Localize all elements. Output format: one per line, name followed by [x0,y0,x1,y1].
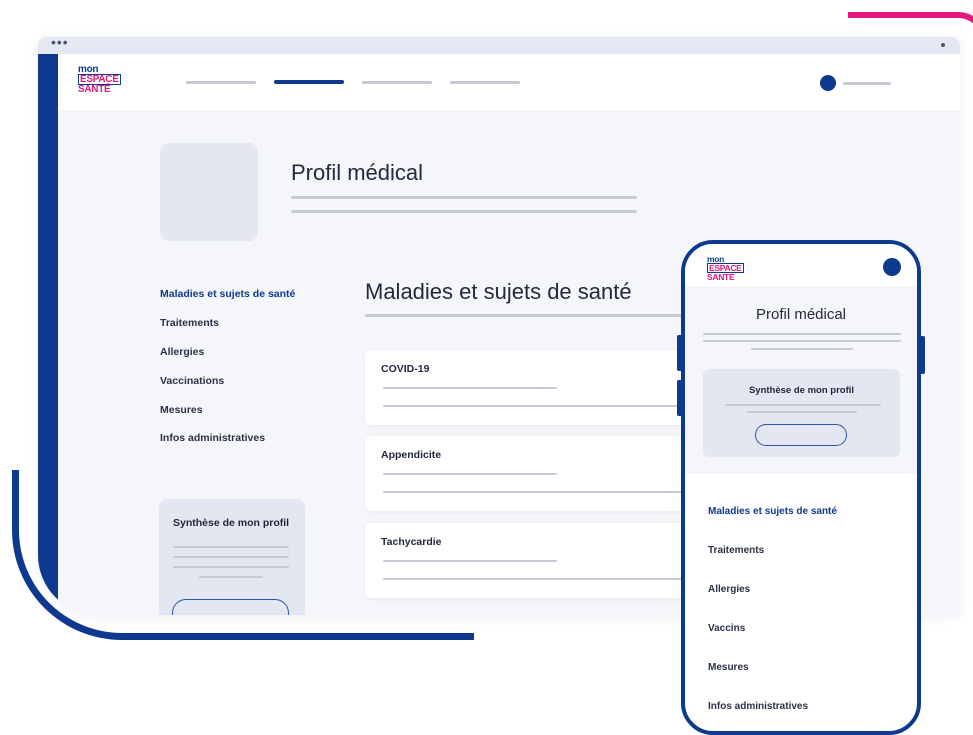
page-title: Profil médical [291,160,424,185]
mobile-synthesis-line [747,411,857,413]
condition-card-appendicite[interactable]: Appendicite [365,436,725,511]
mobile-header-area: mon ESPACE SANTÉ Profil médical Synthèse… [685,244,917,474]
section-title: Maladies et sujets de santé [365,279,632,304]
card-detail-placeholder [383,387,557,389]
sidebar-item-infos-administratives[interactable]: Infos administratives [160,432,265,444]
condition-card-title: Appendicite [381,449,442,461]
mobile-menu-item-traitements[interactable]: Traitements [708,545,764,556]
sidebar-item-mesures[interactable]: Mesures [160,404,203,416]
synthesis-line-placeholder [173,566,289,568]
mobile-subtitle-placeholder [751,348,853,350]
synthesis-line-placeholder [199,576,263,578]
condition-card-tachycardie[interactable]: Tachycardie [365,523,725,598]
browser-left-strip [38,54,58,615]
card-detail-placeholder [383,560,557,562]
user-name-placeholder [843,82,891,85]
synthesis-line-placeholder [173,556,289,558]
mobile-synthesis-button[interactable] [755,424,847,446]
sidebar-item-vaccinations[interactable]: Vaccinations [160,375,224,387]
mobile-synthesis-line [725,404,881,406]
nav-link-4[interactable] [450,81,520,84]
card-detail-placeholder [383,491,703,493]
sidebar-item-maladies[interactable]: Maladies et sujets de santé [160,288,295,300]
card-detail-placeholder [383,473,557,475]
condition-card-covid[interactable]: COVID-19 [365,350,725,425]
mobile-title-underline [703,333,901,335]
user-avatar[interactable] [820,75,836,91]
mobile-subtitle-placeholder [703,340,901,342]
mobile-synthesis-card: Synthèse de mon profil [703,369,900,457]
sidebar-item-traitements[interactable]: Traitements [160,317,219,329]
logo-word-mon: mon [78,64,99,75]
synthesis-line-placeholder [173,546,289,548]
mobile-topbar: mon ESPACE SANTÉ [685,244,917,286]
synthesis-title: Synthèse de mon profil [173,517,290,529]
logo-word-sante: SANTÉ [707,272,735,282]
mobile-menu-item-vaccins[interactable]: Vaccins [708,623,745,634]
synthesis-button[interactable] [172,599,289,615]
title-underline-placeholder [291,196,637,199]
mobile-brand-logo[interactable]: mon ESPACE SANTÉ [707,255,744,281]
section-title-underline [365,314,695,317]
sidebar-item-allergies[interactable]: Allergies [160,346,204,358]
browser-titlebar: ••• [38,37,960,54]
mobile-menu-item-mesures[interactable]: Mesures [708,662,749,673]
nav-link-3[interactable] [362,81,432,84]
mobile-menu-item-allergies[interactable]: Allergies [708,584,750,595]
mobile-menu-item-infos-administratives[interactable]: Infos administratives [708,701,808,712]
nav-link-2-active[interactable] [274,80,344,84]
mobile-page-title: Profil médical [755,306,847,323]
condition-card-title: COVID-19 [381,363,430,375]
logo-word-sante: SANTÉ [78,84,111,95]
logo-word-mon: mon [707,254,725,264]
brand-logo[interactable]: mon ESPACE SANTÉ [78,64,121,95]
card-detail-placeholder [383,405,703,407]
mobile-user-avatar[interactable] [883,258,901,276]
subtitle-placeholder [291,210,637,213]
window-dots-icon: ••• [51,37,69,50]
profile-image-placeholder [160,143,258,241]
top-navbar: mon ESPACE SANTÉ [58,54,960,110]
profile-synthesis-card: Synthèse de mon profil [159,499,305,615]
nav-link-1[interactable] [186,81,256,84]
card-detail-placeholder [383,578,703,580]
mobile-synthesis-title: Synthèse de mon profil [748,385,855,396]
window-dot-icon [941,43,945,47]
mobile-menu-item-maladies[interactable]: Maladies et sujets de santé [708,506,837,517]
condition-card-title: Tachycardie [381,536,442,548]
mobile-phone-mockup: mon ESPACE SANTÉ Profil médical Synthèse… [681,240,921,735]
